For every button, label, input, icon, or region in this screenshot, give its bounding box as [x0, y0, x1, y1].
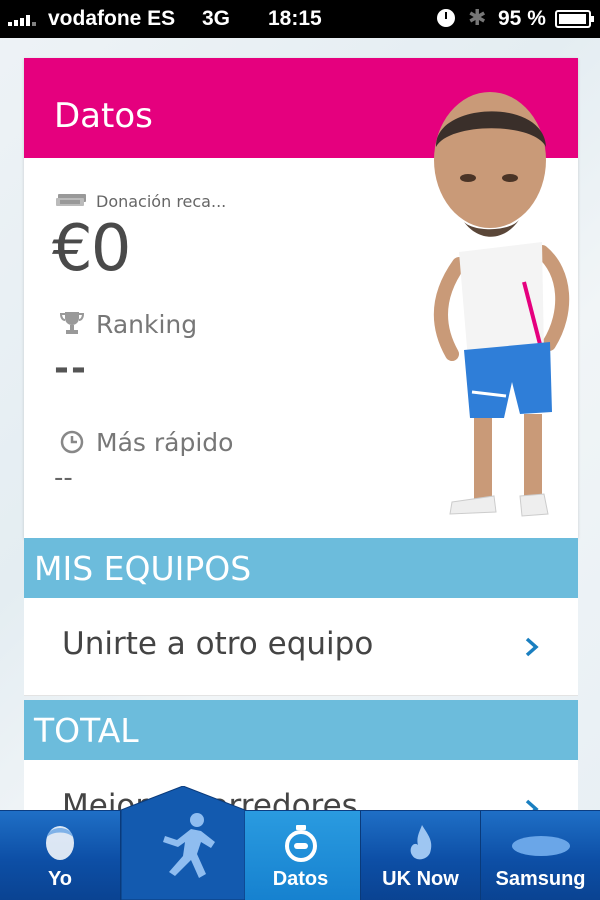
clock-icon	[60, 430, 84, 454]
chevron-right-icon	[525, 637, 539, 657]
money-icon	[56, 194, 86, 206]
tab-samsung[interactable]: Samsung	[480, 811, 600, 900]
bluetooth-icon: ✱	[468, 5, 487, 30]
tab-datos[interactable]: Datos	[240, 811, 360, 900]
stats-card: Datos Donación reca... €0 Ranking -- Más…	[24, 58, 578, 538]
alarm-clock-icon	[437, 9, 455, 27]
battery-percentage: 95 %	[498, 7, 546, 30]
fastest-label: Más rápido	[96, 428, 234, 457]
network-type: 3G	[202, 7, 231, 30]
ranking-label: Ranking	[96, 310, 198, 339]
tab-yo[interactable]: Yo	[0, 811, 120, 900]
tab-uk-now[interactable]: UK Now	[360, 811, 480, 900]
carrier-name: vodafone ES	[48, 7, 176, 30]
flame-icon	[410, 825, 431, 860]
run-button[interactable]	[121, 786, 245, 900]
tab-label: Samsung	[495, 868, 586, 890]
battery-icon	[555, 10, 594, 28]
stopwatch-icon	[284, 825, 317, 862]
status-time: 18:15	[268, 7, 322, 30]
page-title: Datos	[54, 96, 153, 136]
tab-label: UK Now	[382, 868, 459, 890]
signal-strength-icon	[8, 12, 36, 26]
my-teams-header: MIS EQUIPOS	[24, 538, 578, 598]
tab-bar: Yo Datos UK Now Samsung	[0, 810, 600, 900]
donation-value: €0	[52, 212, 131, 286]
face-icon	[46, 826, 74, 860]
donation-label: Donación reca...	[96, 192, 227, 211]
ranking-value: --	[54, 348, 88, 389]
fastest-value: --	[54, 463, 73, 493]
tab-label: Datos	[272, 868, 329, 890]
trophy-icon	[60, 312, 84, 334]
status-bar: vodafone ES 3G 18:15 ✱ 95 %	[0, 0, 600, 38]
user-avatar-figure	[433, 92, 570, 517]
total-header: TOTAL	[24, 700, 578, 760]
tab-label: Yo	[47, 868, 73, 890]
join-team-row[interactable]: Unirte a otro equipo	[24, 598, 578, 696]
join-team-label: Unirte a otro equipo	[62, 626, 374, 662]
samsung-logo-icon	[511, 836, 570, 856]
